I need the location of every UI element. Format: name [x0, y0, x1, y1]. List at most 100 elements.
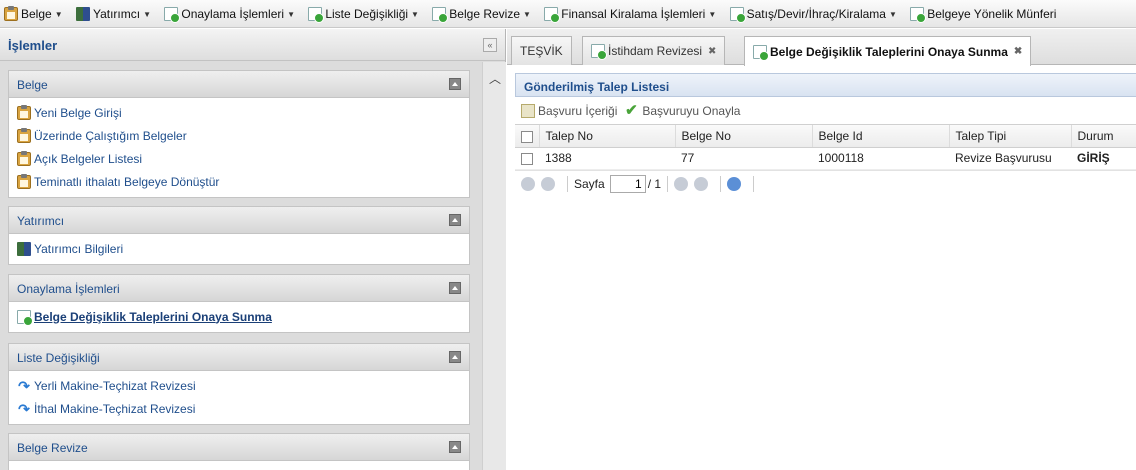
clipboard-icon: [17, 173, 31, 189]
menu-label: Finansal Kiralama İşlemleri: [561, 7, 706, 21]
link-label: Yerli Makine-Teçhizat Revizesi: [34, 378, 196, 393]
link-ithal-makine-revizesi[interactable]: ↷ İthal Makine-Teçhizat Revizesi: [9, 397, 469, 420]
previous-page-icon[interactable]: [541, 177, 555, 191]
column-header-belge-id[interactable]: Belge Id: [812, 125, 950, 148]
caret-down-icon: ▼: [411, 9, 419, 19]
document-icon: [544, 7, 561, 23]
document-icon: [753, 44, 769, 61]
menu-label: Onaylama İşlemleri: [181, 7, 285, 21]
building-icon: [75, 7, 90, 21]
section-onaylama-islemleri: Onaylama İşlemleri Belge Değişiklik Tale…: [8, 274, 470, 333]
collapse-section-icon[interactable]: [449, 282, 461, 294]
menu-satis-devir[interactable]: Satış/Devir/İhraç/Kiralama ▼: [726, 0, 903, 27]
document-icon: [910, 7, 927, 23]
collapse-section-icon[interactable]: [449, 441, 461, 453]
collapse-section-icon[interactable]: [449, 78, 461, 90]
left-panel-scrollbar[interactable]: ︿: [482, 62, 506, 470]
section-header[interactable]: Yatırımcı: [8, 206, 470, 234]
operations-panel-header: İşlemler «: [0, 29, 505, 61]
last-page-icon[interactable]: [694, 177, 709, 191]
row-select-cell: [515, 147, 539, 170]
tab-belge-degisiklik-talepleri[interactable]: Belge Değişiklik Taleplerini Onaya Sunma…: [744, 36, 1032, 66]
link-uzerinde-calistigim-belgeler[interactable]: Üzerinde Çalıştığım Belgeler: [9, 124, 469, 147]
cell-talep-tipi: Revize Başvurusu: [949, 147, 1071, 170]
pagination-bar: Sayfa / 1: [515, 169, 1136, 198]
table-header-row: Talep No Belge No Belge Id Talep Tipi Du…: [515, 125, 1136, 148]
document-icon: [164, 7, 181, 23]
request-table: Talep No Belge No Belge Id Talep Tipi Du…: [515, 125, 1136, 170]
section-body: Yeni Belge Girişi Üzerinde Çalıştığım Be…: [8, 98, 470, 198]
clipboard-icon: [4, 6, 18, 21]
section-body: Belge Değişiklik Taleplerini Onaya Sunma: [8, 302, 470, 333]
section-header[interactable]: Onaylama İşlemleri: [8, 274, 470, 302]
menu-belgeye-yonelik[interactable]: Belgeye Yönelik Münferi: [906, 0, 1062, 27]
document-icon: [17, 309, 33, 326]
section-body: [8, 461, 470, 470]
collapse-section-icon[interactable]: [449, 351, 461, 363]
tab-label: Belge Değişiklik Taleplerini Onaya Sunma: [770, 44, 1008, 59]
menu-label: Belge: [21, 7, 52, 21]
next-page-icon[interactable]: [674, 177, 689, 191]
page-label: Sayfa: [574, 177, 605, 191]
section-yatirimci: Yatırımcı Yatırımcı Bilgileri: [8, 206, 470, 265]
caret-down-icon: ▼: [888, 9, 897, 19]
link-acik-belgeler-listesi[interactable]: Açık Belgeler Listesi: [9, 147, 469, 170]
clipboard-icon: [17, 104, 31, 120]
scroll-up-icon[interactable]: ︿: [489, 70, 501, 87]
section-header[interactable]: Belge: [8, 70, 470, 98]
checkmark-icon: ✔: [625, 101, 638, 119]
link-belge-degisiklik-taleplerini-onaya-sunma[interactable]: Belge Değişiklik Taleplerini Onaya Sunma: [9, 305, 469, 328]
link-label: Teminatlı ithalatı Belgeye Dönüştür: [34, 174, 220, 189]
menu-liste-degisikligi[interactable]: Liste Değişikliği ▼: [304, 0, 425, 27]
tab-strip: TEŞVİK İstihdam Revizesi ✖ Belge Değişik…: [507, 29, 1136, 66]
section-title: Onaylama İşlemleri: [17, 282, 120, 296]
collapse-section-icon[interactable]: [449, 214, 461, 226]
menu-onaylama-islemleri[interactable]: Onaylama İşlemleri ▼: [160, 0, 301, 27]
link-teminatli-ithalati[interactable]: Teminatlı ithalatı Belgeye Dönüştür: [9, 170, 469, 193]
operations-panel: İşlemler « Belge Yeni Belge Girişi Üzeri…: [0, 29, 506, 470]
menu-belge-revize[interactable]: Belge Revize ▼: [428, 0, 537, 27]
select-all-checkbox[interactable]: [521, 130, 533, 143]
pager-separator: [720, 176, 722, 192]
grid-title: Gönderilmiş Talep Listesi: [515, 73, 1136, 97]
button-label: Başvuru İçeriği: [538, 103, 618, 118]
menu-yatirimci[interactable]: Yatırımcı ▼: [72, 0, 157, 27]
link-yerli-makine-revizesi[interactable]: ↷ Yerli Makine-Teçhizat Revizesi: [9, 374, 469, 397]
tab-istihdam-revizesi[interactable]: İstihdam Revizesi ✖: [582, 36, 726, 65]
column-header-talep-no[interactable]: Talep No: [539, 125, 676, 148]
application-content-button[interactable]: Başvuru İçeriği: [521, 103, 618, 118]
tab-label: TEŞVİK: [520, 44, 563, 58]
caret-down-icon: ▼: [54, 9, 63, 19]
menu-label: Belgeye Yönelik Münferi: [927, 7, 1057, 21]
menu-finansal-kiralama[interactable]: Finansal Kiralama İşlemleri ▼: [540, 0, 722, 27]
link-yeni-belge-girisi[interactable]: Yeni Belge Girişi: [9, 101, 469, 124]
column-header-durum[interactable]: Durum: [1071, 125, 1136, 148]
link-yatirimci-bilgileri[interactable]: Yatırımcı Bilgileri: [9, 237, 469, 260]
collapse-panel-button[interactable]: «: [483, 38, 497, 52]
column-header-belge-no[interactable]: Belge No: [675, 125, 813, 148]
section-body: ↷ Yerli Makine-Teçhizat Revizesi ↷ İthal M…: [8, 371, 470, 425]
close-icon[interactable]: ✖: [708, 46, 716, 57]
section-title: Liste Değişikliği: [17, 351, 100, 365]
caret-down-icon: ▼: [708, 9, 717, 19]
approve-application-button[interactable]: ✔ Başvuruyu Onayla: [623, 101, 740, 119]
menu-belge[interactable]: Belge ▼: [0, 0, 69, 27]
page-icon: [521, 103, 535, 118]
section-body: Yatırımcı Bilgileri: [8, 234, 470, 265]
section-header[interactable]: Belge Revize: [8, 433, 470, 461]
operations-panel-title: İşlemler: [8, 38, 58, 53]
section-header[interactable]: Liste Değişikliği: [8, 343, 470, 371]
page-number-input[interactable]: [609, 175, 646, 193]
pager-separator: [753, 176, 755, 192]
column-header-talep-tipi[interactable]: Talep Tipi: [949, 125, 1072, 148]
close-icon[interactable]: ✖: [1014, 46, 1022, 57]
caret-down-icon: ▼: [523, 9, 531, 19]
redo-arrow-icon: ↷: [18, 400, 30, 417]
building-icon: [17, 241, 31, 256]
row-checkbox[interactable]: [521, 152, 533, 165]
tab-tesvik[interactable]: TEŞVİK: [511, 36, 572, 65]
first-page-icon[interactable]: [521, 177, 535, 191]
refresh-icon[interactable]: [727, 177, 742, 191]
select-all-header: [515, 125, 540, 148]
table-row[interactable]: 1388 77 1000118 Revize Başvurusu GİRİŞ: [515, 147, 1136, 170]
